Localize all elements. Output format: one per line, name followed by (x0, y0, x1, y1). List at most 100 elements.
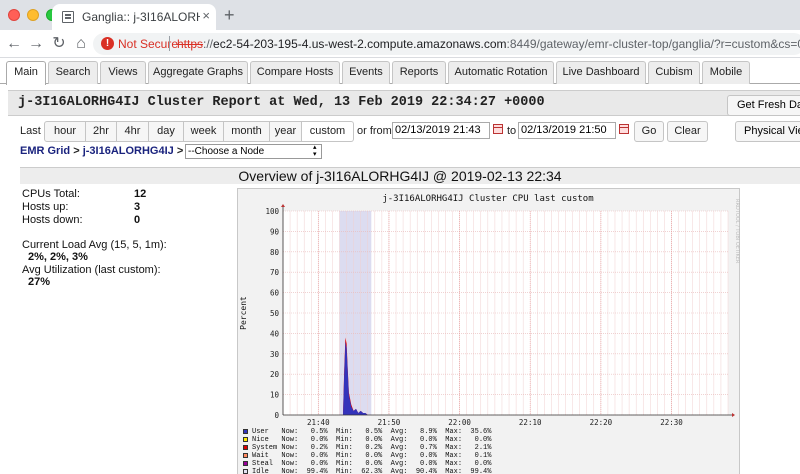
to-date-input[interactable]: 02/13/2019 21:50 (518, 122, 616, 139)
get-fresh-data-button[interactable]: Get Fresh Data (727, 95, 800, 116)
hosts-down-row: Hosts down: 0 (22, 214, 140, 226)
legend-swatch (243, 469, 248, 474)
forward-arrow-icon[interactable]: → (26, 34, 46, 54)
cpus-total-row: CPUs Total: 12 (22, 188, 146, 200)
tab-views[interactable]: Views (100, 61, 146, 84)
close-window-button[interactable] (8, 9, 20, 21)
y-axis-label: Percent (239, 296, 248, 330)
chart-title: j-3I16ALORHG4IJ Cluster CPU last custom (382, 194, 593, 204)
url-divider (169, 36, 170, 51)
tab-events[interactable]: Events (342, 61, 390, 84)
browser-tab-ganglia[interactable]: Ganglia:: j-3I16ALORHG4IJ Clu × (52, 4, 216, 30)
y-tick-label: 70 (270, 268, 280, 277)
x-tick-label: 22:10 (519, 418, 542, 427)
minimize-window-button[interactable] (27, 9, 39, 21)
tab-reports[interactable]: Reports (392, 61, 446, 84)
browser-tab-title: Ganglia:: j-3I16ALORHG4IJ Clu (82, 10, 200, 24)
legend-swatch (243, 429, 248, 434)
node-select[interactable]: --Choose a Node (185, 144, 322, 159)
legend-label: Nice Now: 0.0% Min: 0.0% Avg: 0.0% Max: … (252, 436, 492, 444)
url-scheme-separator: :// (203, 37, 214, 51)
url-text[interactable]: https://ec2-54-203-195-4.us-west-2.compu… (177, 37, 800, 51)
time-range-buttons: hour 2hr 4hr day week month year custom (44, 121, 354, 142)
address-bar[interactable]: ! Not Secure https://ec2-54-203-195-4.us… (93, 33, 800, 55)
x-tick-label: 22:30 (660, 418, 683, 427)
tab-close-icon[interactable]: × (202, 8, 210, 24)
reload-icon[interactable]: ↻ (49, 34, 69, 54)
range-2hr-button[interactable]: 2hr (86, 121, 117, 142)
hosts-down-label: Hosts down: (22, 214, 83, 226)
from-date-input[interactable]: 02/13/2019 21:43 (392, 122, 490, 139)
legend-label: System Now: 0.2% Min: 0.2% Avg: 0.7% Max… (252, 444, 492, 452)
range-month-button[interactable]: month (224, 121, 270, 142)
tab-search[interactable]: Search (48, 61, 98, 84)
x-tick-label: 22:20 (590, 418, 613, 427)
avg-utilization-value: 27% (28, 276, 51, 288)
legend-label: Idle Now: 99.4% Min: 62.3% Avg: 90.4% Ma… (252, 468, 492, 474)
tab-compare-hosts[interactable]: Compare Hosts (250, 61, 340, 84)
browser-tabstrip: Ganglia:: j-3I16ALORHG4IJ Clu × + (0, 0, 800, 30)
load-avg-label: Current Load Avg (15, 5, 1m): (22, 239, 167, 251)
y-tick-label: 40 (270, 329, 280, 338)
y-tick-label: 0 (274, 411, 279, 420)
home-icon[interactable]: ⌂ (71, 34, 91, 54)
breadcrumb-separator: > (73, 145, 80, 157)
url-scheme: https (177, 37, 204, 51)
x-axis-arrow (732, 413, 735, 417)
page-icon (62, 11, 74, 23)
tab-cubism[interactable]: Cubism (648, 61, 700, 84)
new-tab-button[interactable]: + (224, 6, 235, 24)
y-tick-label: 100 (265, 207, 279, 216)
y-tick-label: 50 (270, 309, 280, 318)
clear-button[interactable]: Clear (667, 121, 708, 142)
y-tick-label: 30 (270, 350, 280, 359)
cpus-total-value: 12 (134, 188, 147, 200)
y-tick-label: 10 (270, 391, 280, 400)
range-year-button[interactable]: year (270, 121, 302, 142)
breadcrumb-grid-link[interactable]: EMR Grid (20, 145, 70, 157)
legend-label: Steal Now: 0.0% Min: 0.0% Avg: 0.0% Max:… (252, 460, 492, 468)
rrdtool-watermark: RRDTOOL / TOBI OETIKER (734, 199, 740, 264)
calendar-icon[interactable] (619, 124, 629, 134)
legend-swatch (243, 445, 248, 450)
url-path: :8449/gateway/emr-cluster-top/ganglia/?r… (506, 37, 800, 51)
legend-label: Wait Now: 0.0% Min: 0.0% Avg: 0.0% Max: … (252, 452, 492, 460)
breadcrumb-cluster-link[interactable]: j-3I16ALORHG4IJ (83, 145, 174, 157)
range-hour-button[interactable]: hour (44, 121, 86, 142)
legend-swatch (243, 453, 248, 458)
range-custom-button[interactable]: custom (302, 121, 354, 142)
tab-automatic-rotation[interactable]: Automatic Rotation (448, 61, 554, 84)
y-axis-arrow (281, 204, 285, 207)
load-avg-value: 2%, 2%, 3% (28, 251, 88, 263)
hosts-up-label: Hosts up: (22, 201, 69, 213)
tab-live-dashboard[interactable]: Live Dashboard (556, 61, 646, 84)
y-tick-label: 20 (270, 370, 280, 379)
hosts-up-value: 3 (134, 201, 141, 213)
breadcrumb-separator: > (176, 145, 184, 157)
report-header: j-3I16ALORHG4IJ Cluster Report at Wed, 1… (8, 90, 800, 116)
cpu-graph[interactable]: 0 10 20 30 40 50 60 70 80 90 100 21:40 21:50 22:00 22:… (237, 188, 740, 474)
back-arrow-icon[interactable]: ← (4, 34, 24, 54)
go-button[interactable]: Go (634, 121, 664, 142)
tab-mobile[interactable]: Mobile (702, 61, 750, 84)
y-tick-label: 60 (270, 289, 280, 298)
x-tick-label: 22:00 (448, 418, 471, 427)
calendar-icon[interactable] (493, 124, 503, 134)
x-tick-label: 21:40 (307, 418, 330, 427)
legend-swatch (243, 437, 248, 442)
last-label: Last (20, 125, 41, 137)
y-tick-label: 80 (270, 248, 280, 257)
tab-aggregate-graphs[interactable]: Aggregate Graphs (148, 61, 248, 84)
tab-main[interactable]: Main (6, 61, 46, 85)
x-tick-label: 21:50 (378, 418, 401, 427)
url-host: ec2-54-203-195-4.us-west-2.compute.amazo… (213, 37, 507, 51)
physical-view-button[interactable]: Physical View (735, 121, 800, 142)
cpus-total-label: CPUs Total: (22, 188, 80, 200)
avg-utilization-label: Avg Utilization (last custom): (22, 264, 161, 276)
y-tick-label: 90 (270, 227, 280, 236)
overview-title: Overview of j-3I16ALORHG4IJ @ 2019-02-13… (238, 168, 562, 184)
page-title: j-3I16ALORHG4IJ Cluster Report at Wed, 1… (18, 95, 545, 110)
range-4hr-button[interactable]: 4hr (117, 121, 149, 142)
range-day-button[interactable]: day (149, 121, 184, 142)
range-week-button[interactable]: week (184, 121, 224, 142)
